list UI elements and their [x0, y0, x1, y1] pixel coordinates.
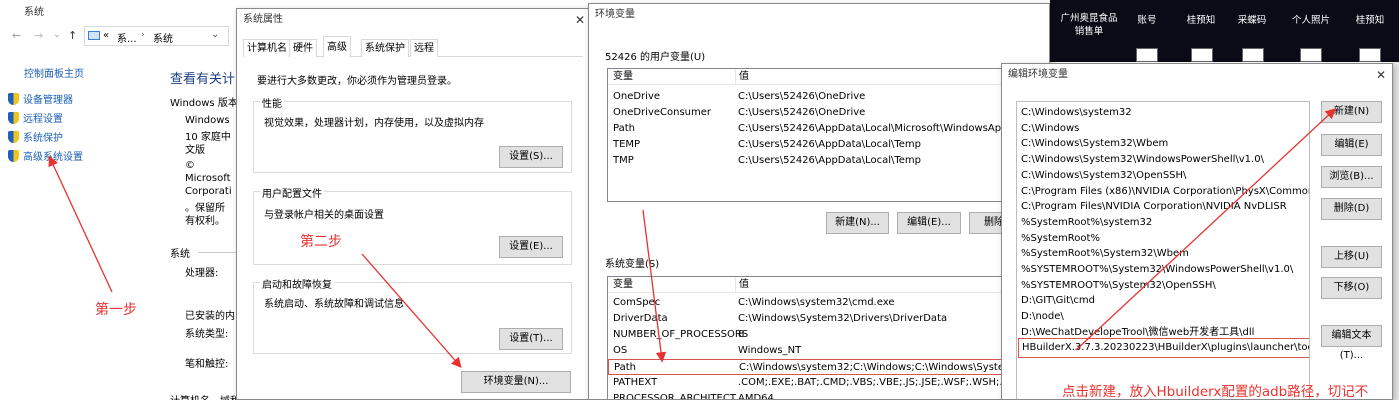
annotation-arrows	[48, 108, 1336, 368]
arrow-new-button	[1075, 108, 1336, 351]
arrow-path-var	[642, 209, 667, 363]
arrow-step-2	[361, 253, 462, 368]
arrow-step-1	[48, 155, 113, 293]
